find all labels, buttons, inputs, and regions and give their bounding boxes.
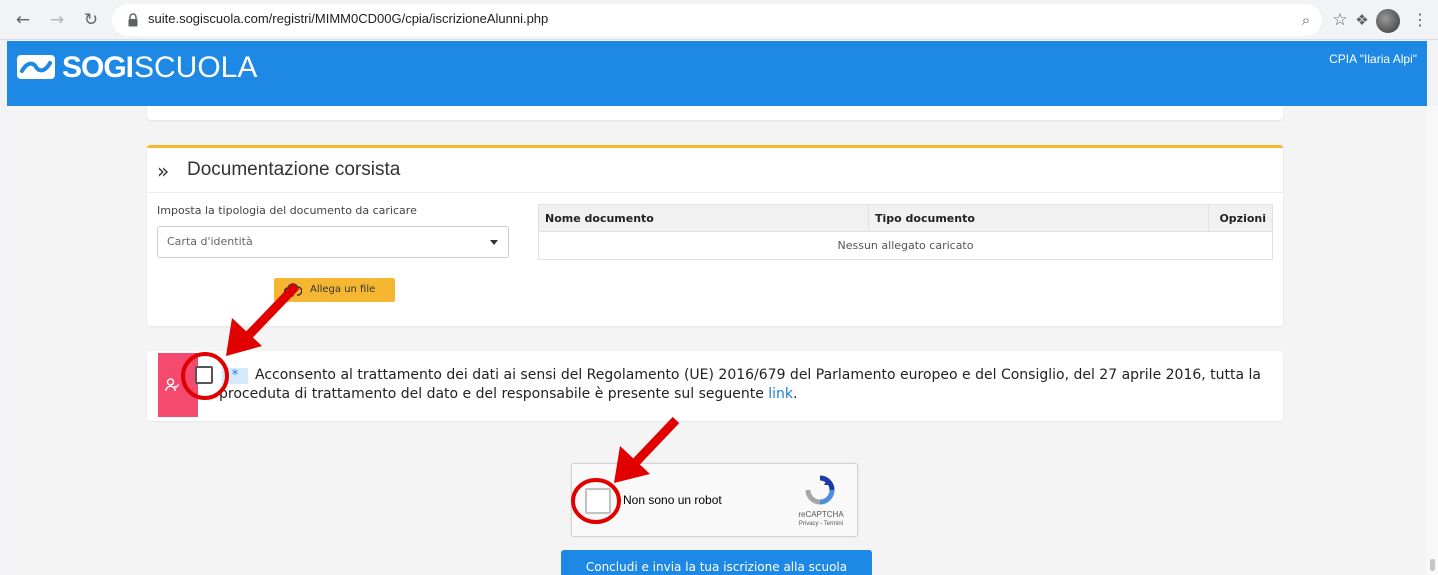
recaptcha-label: Non sono un robot (623, 493, 722, 507)
column-header-tipo[interactable]: Tipo documento (868, 204, 1209, 232)
forward-arrow-icon[interactable]: → (46, 9, 68, 31)
recaptcha-checkbox[interactable] (585, 488, 611, 514)
app-header: SOGI SCUOLA CPIA "Ilaria Alpi" (7, 41, 1427, 106)
card-header: » Documentazione corsista (147, 148, 1283, 193)
caret-down-icon (490, 240, 498, 245)
consent-text-end: . (793, 386, 798, 402)
user-check-icon (165, 378, 179, 392)
recaptcha-logo-icon (805, 475, 835, 505)
extensions-puzzle-icon[interactable]: ❖ (1352, 10, 1372, 30)
recaptcha-terms-links[interactable]: Privacy - Termini (788, 521, 854, 527)
column-header-opzioni[interactable]: Opzioni (1208, 204, 1273, 232)
address-bar[interactable]: suite.sogiscuola.com/registri/MIMM0CD00G… (112, 4, 1322, 36)
attach-file-label: Allega un file (310, 284, 376, 295)
reload-icon[interactable]: ↻ (80, 9, 102, 31)
attach-file-button[interactable]: Allega un file (274, 278, 395, 302)
url-text: suite.sogiscuola.com/registri/MIMM0CD00G… (148, 11, 549, 26)
privacy-link[interactable]: link (768, 386, 793, 402)
recaptcha-widget: Non sono un robot reCAPTCHA Privacy - Te… (571, 463, 858, 537)
zoom-icon[interactable]: ⌕ (1296, 10, 1316, 30)
document-type-select[interactable]: Carta d'identità (157, 226, 509, 258)
logo-text-thin: SCUOLA (134, 51, 258, 84)
documents-table: Nome documento Tipo documento Opzioni Ne… (538, 204, 1273, 260)
document-type-value: Carta d'identità (167, 235, 253, 248)
logo-wave-icon (17, 55, 55, 79)
previous-card-bottom (147, 106, 1283, 120)
school-name[interactable]: CPIA "Ilaria Alpi" (1329, 52, 1417, 66)
vertical-scrollbar[interactable] (1427, 106, 1438, 575)
consent-badge (158, 353, 198, 417)
browser-toolbar: ← → ↻ suite.sogiscuola.com/registri/MIMM… (0, 0, 1438, 40)
submit-enrollment-button[interactable]: Concludi e invia la tua iscrizione alla … (561, 550, 872, 575)
documentation-card: » Documentazione corsista Imposta la tip… (147, 145, 1283, 326)
double-chevron-right-icon: » (157, 159, 170, 183)
back-arrow-icon[interactable]: ← (12, 9, 34, 31)
column-header-nome[interactable]: Nome documento (538, 204, 869, 232)
logo-text-bold: SOGI (62, 51, 134, 84)
bookmark-star-icon[interactable]: ☆ (1330, 10, 1350, 30)
scrollbar-thumb[interactable] (1430, 559, 1435, 571)
profile-avatar[interactable] (1376, 9, 1400, 33)
consent-text-body: Acconsento al trattamento dei dati ai se… (219, 367, 1262, 402)
consent-text: Acconsento al trattamento dei dati ai se… (219, 366, 1279, 404)
document-type-label: Imposta la tipologia del documento da ca… (157, 204, 417, 217)
card-title: Documentazione corsista (187, 159, 401, 180)
consent-card: * Acconsento al trattamento dei dati ai … (147, 351, 1283, 421)
cloud-upload-icon (284, 283, 302, 297)
recaptcha-brand: reCAPTCHA (798, 510, 844, 519)
consent-checkbox[interactable] (195, 366, 213, 384)
menu-dots-icon[interactable]: ⋮ (1410, 10, 1430, 30)
lock-icon (128, 13, 138, 27)
empty-table-message: Nessun allegato caricato (538, 231, 1273, 260)
table-row: Nessun allegato caricato (538, 231, 1273, 260)
table-header-row: Nome documento Tipo documento Opzioni (538, 204, 1273, 232)
